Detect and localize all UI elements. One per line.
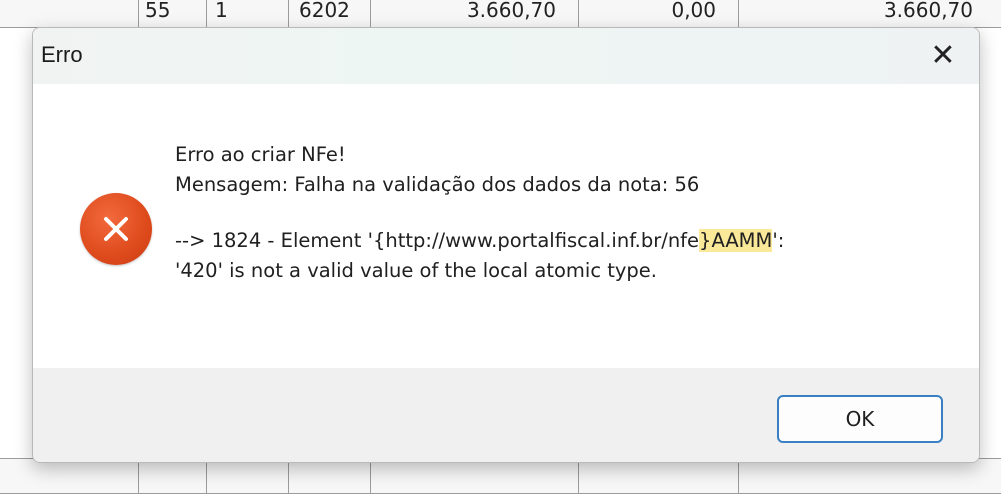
table-cell: 0,00 bbox=[578, 0, 738, 27]
message-text: ': bbox=[772, 229, 785, 252]
message-line: Erro ao criar NFe! bbox=[175, 143, 346, 166]
table-row[interactable]: 55 1 6202 3.660,70 0,00 3.660,70 bbox=[0, 0, 1001, 28]
error-dialog: Erro ✕ Erro ao criar NFe! Mensagem: Falh… bbox=[32, 27, 980, 463]
table-cell bbox=[738, 459, 1001, 493]
table-cell: 6202 bbox=[288, 0, 370, 27]
table-cell bbox=[288, 459, 370, 493]
table-row[interactable] bbox=[0, 458, 1001, 494]
message-text: --> 1824 - Element '{http://www.portalfi… bbox=[175, 229, 700, 252]
error-icon bbox=[80, 193, 152, 265]
highlighted-text: }AAMM bbox=[699, 229, 773, 252]
table-cell bbox=[370, 459, 578, 493]
message-line: Mensagem: Falha na validação dos dados d… bbox=[175, 173, 700, 196]
table-cell: 3.660,70 bbox=[738, 0, 1001, 27]
table-cell bbox=[578, 459, 738, 493]
table-cell: 55 bbox=[138, 0, 200, 27]
dialog-content: Erro ao criar NFe! Mensagem: Falha na va… bbox=[33, 84, 979, 368]
dialog-titlebar[interactable]: Erro ✕ bbox=[33, 28, 979, 84]
table-cell: 1 bbox=[206, 0, 286, 27]
close-button[interactable]: ✕ bbox=[921, 34, 965, 78]
dialog-footer: OK bbox=[33, 368, 979, 462]
table-cell bbox=[206, 459, 286, 493]
message-line: '420' is not a valid value of the local … bbox=[175, 259, 658, 282]
message-line: --> 1824 - Element '{http://www.portalfi… bbox=[175, 226, 945, 256]
ok-button[interactable]: OK bbox=[777, 395, 943, 443]
dialog-title: Erro bbox=[41, 42, 83, 67]
error-message: Erro ao criar NFe! Mensagem: Falha na va… bbox=[175, 140, 945, 286]
table-cell bbox=[138, 459, 200, 493]
table-cell: 3.660,70 bbox=[370, 0, 578, 27]
